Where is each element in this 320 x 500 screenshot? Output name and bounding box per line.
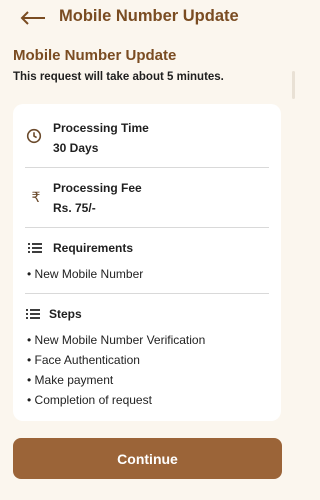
processing-time-value: 30 Days xyxy=(53,141,99,155)
requirement-item: • New Mobile Number xyxy=(27,267,144,281)
divider xyxy=(25,227,269,228)
processing-fee-value: Rs. 75/- xyxy=(53,201,96,215)
clock-icon xyxy=(26,128,42,144)
steps-label: Steps xyxy=(49,307,82,321)
rupee-icon: ₹ xyxy=(31,188,41,205)
processing-fee-label: Processing Fee xyxy=(53,181,142,195)
step-item: • Face Authentication xyxy=(27,353,140,367)
step-item: • Completion of request xyxy=(27,393,152,407)
list-icon xyxy=(27,240,43,256)
divider xyxy=(25,293,269,294)
page-subtitle: This request will take about 5 minutes. xyxy=(13,71,224,83)
continue-button[interactable]: Continue xyxy=(13,438,282,479)
requirements-label: Requirements xyxy=(53,241,134,255)
step-item: • Make payment xyxy=(27,373,114,387)
info-card: Processing Time 30 Days ₹ Processing Fee… xyxy=(13,104,281,421)
app-bar: Mobile Number Update xyxy=(0,0,295,38)
app-bar-title: Mobile Number Update xyxy=(59,7,239,25)
back-button[interactable] xyxy=(19,9,47,27)
scroll-indicator xyxy=(292,71,295,99)
page-title: Mobile Number Update xyxy=(13,47,177,64)
divider xyxy=(25,167,269,168)
step-item: • New Mobile Number Verification xyxy=(27,333,206,347)
arrow-left-icon xyxy=(20,11,45,25)
list-icon xyxy=(25,306,41,322)
processing-time-label: Processing Time xyxy=(53,121,149,135)
